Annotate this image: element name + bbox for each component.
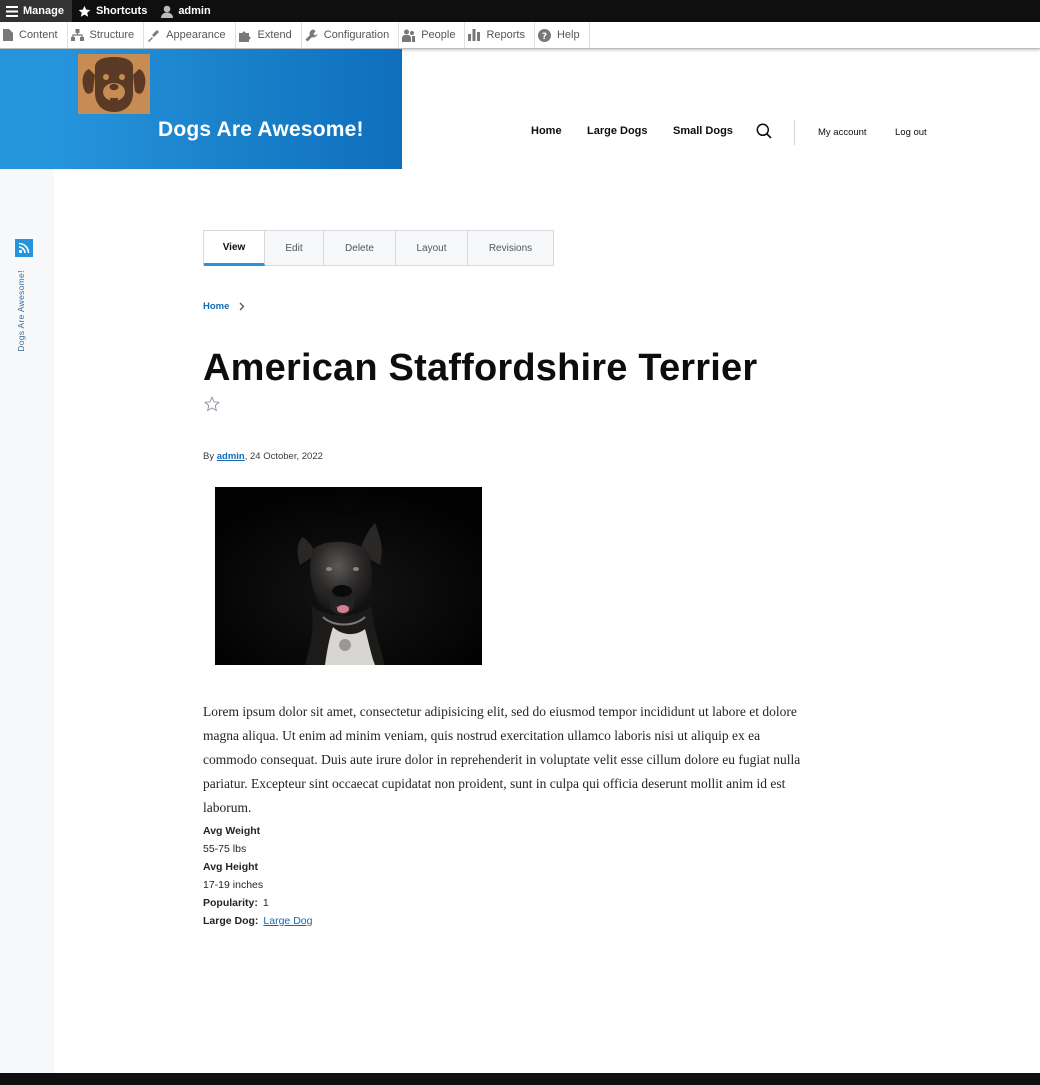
avg-weight-label: Avg Weight — [203, 825, 261, 837]
search-button[interactable] — [756, 123, 772, 144]
site-name-link[interactable]: Dogs Are Awesome! — [158, 118, 364, 142]
structure-icon — [70, 29, 84, 41]
tray-item-label: Content — [19, 29, 58, 41]
user-label: admin — [178, 5, 211, 17]
nav-small-dogs[interactable]: Small Dogs — [673, 125, 733, 137]
tab-view[interactable]: View — [204, 231, 265, 266]
help-icon: ? — [537, 28, 551, 42]
dog-fields: Avg Weight 55-75 lbs Avg Height 17-19 in… — [203, 822, 312, 930]
tab-edit[interactable]: Edit — [265, 231, 324, 265]
manage-button[interactable]: Manage — [0, 0, 72, 22]
site-logo[interactable] — [78, 54, 150, 114]
shortcuts-button[interactable]: Shortcuts — [72, 0, 155, 22]
user-icon — [161, 5, 174, 18]
tab-revisions[interactable]: Revisions — [468, 231, 553, 265]
rss-feed-button[interactable] — [15, 239, 33, 257]
avg-height-value: 17-19 inches — [203, 879, 264, 891]
breadcrumb-home[interactable]: Home — [203, 301, 229, 312]
bar-chart-icon — [468, 29, 481, 41]
byline-date: , 24 October, 2022 — [244, 451, 323, 462]
tray-item-label: Reports — [486, 29, 525, 41]
admin-toolbar: Manage Shortcuts admin — [0, 0, 1040, 22]
shortcuts-label: Shortcuts — [95, 5, 148, 17]
chevron-right-icon — [239, 302, 245, 311]
article-body: Lorem ipsum dolor sit amet, consectetur … — [203, 704, 801, 815]
svg-text:?: ? — [542, 32, 547, 42]
site-branding — [0, 49, 402, 169]
admin-tray: Content Structure Appearance Extend Conf… — [0, 22, 1040, 49]
large-dog-field: Large Dog: Large Dog — [203, 912, 312, 930]
byline-prefix: By — [203, 451, 215, 462]
tray-item-people[interactable]: People — [399, 22, 466, 48]
puzzle-icon — [238, 31, 250, 42]
page-title: American Staffordshire Terrier — [203, 347, 758, 389]
tray-item-structure[interactable]: Structure — [68, 22, 145, 48]
sidebar-site-label: Dogs Are Awesome! — [16, 270, 26, 352]
local-tasks-tabs: View Edit Delete Layout Revisions — [203, 230, 554, 266]
avg-height-label: Avg Height — [203, 861, 259, 873]
search-icon — [756, 123, 772, 139]
author-link[interactable]: admin — [217, 451, 245, 462]
popularity-label: Popularity: — [203, 897, 258, 909]
tray-item-label: Extend — [257, 29, 292, 41]
tray-item-content[interactable]: Content — [0, 22, 68, 48]
hamburger-icon — [6, 5, 18, 17]
dog-photo-graphic — [215, 487, 482, 665]
wrench-icon — [305, 29, 318, 41]
large-dog-link[interactable]: Large Dog — [263, 912, 312, 930]
user-button[interactable]: admin — [155, 0, 218, 22]
tray-item-help[interactable]: ? Help — [535, 22, 590, 48]
popularity-field: Popularity: 1 — [203, 894, 312, 912]
people-icon — [402, 29, 416, 42]
large-dog-label: Large Dog: — [203, 915, 259, 927]
branding-edge — [0, 49, 54, 169]
tab-layout[interactable]: Layout — [396, 231, 468, 265]
tray-item-configuration[interactable]: Configuration — [302, 22, 400, 48]
avg-weight-value: 55-75 lbs — [203, 843, 247, 855]
tray-item-extend[interactable]: Extend — [236, 22, 302, 48]
tray-item-appearance[interactable]: Appearance — [144, 22, 236, 48]
tray-item-label: People — [421, 29, 456, 41]
brush-icon — [148, 29, 160, 42]
dog-face-icon — [82, 57, 146, 112]
footer-bar — [0, 1073, 1040, 1085]
star-outline-icon — [203, 396, 221, 412]
nav-my-account[interactable]: My account — [818, 127, 867, 138]
breadcrumb: Home — [203, 301, 245, 312]
tab-delete[interactable]: Delete — [324, 231, 396, 265]
favorite-star-button[interactable] — [203, 396, 221, 417]
dog-photo — [215, 487, 482, 665]
tray-item-label: Help — [556, 29, 580, 41]
popularity-value: 1 — [262, 897, 269, 909]
manage-label: Manage — [23, 5, 64, 17]
nav-home[interactable]: Home — [531, 125, 562, 137]
star-icon — [78, 5, 91, 17]
nav-large-dogs[interactable]: Large Dogs — [587, 125, 648, 137]
nav-divider — [794, 120, 795, 145]
tray-item-label: Appearance — [166, 29, 226, 41]
tray-item-label: Configuration — [323, 29, 390, 41]
document-icon — [3, 29, 13, 41]
tray-item-label: Structure — [89, 29, 135, 41]
rss-icon — [18, 242, 30, 254]
nav-log-out[interactable]: Log out — [895, 127, 927, 138]
tray-item-reports[interactable]: Reports — [465, 22, 535, 48]
byline: By admin, 24 October, 2022 — [203, 451, 323, 462]
